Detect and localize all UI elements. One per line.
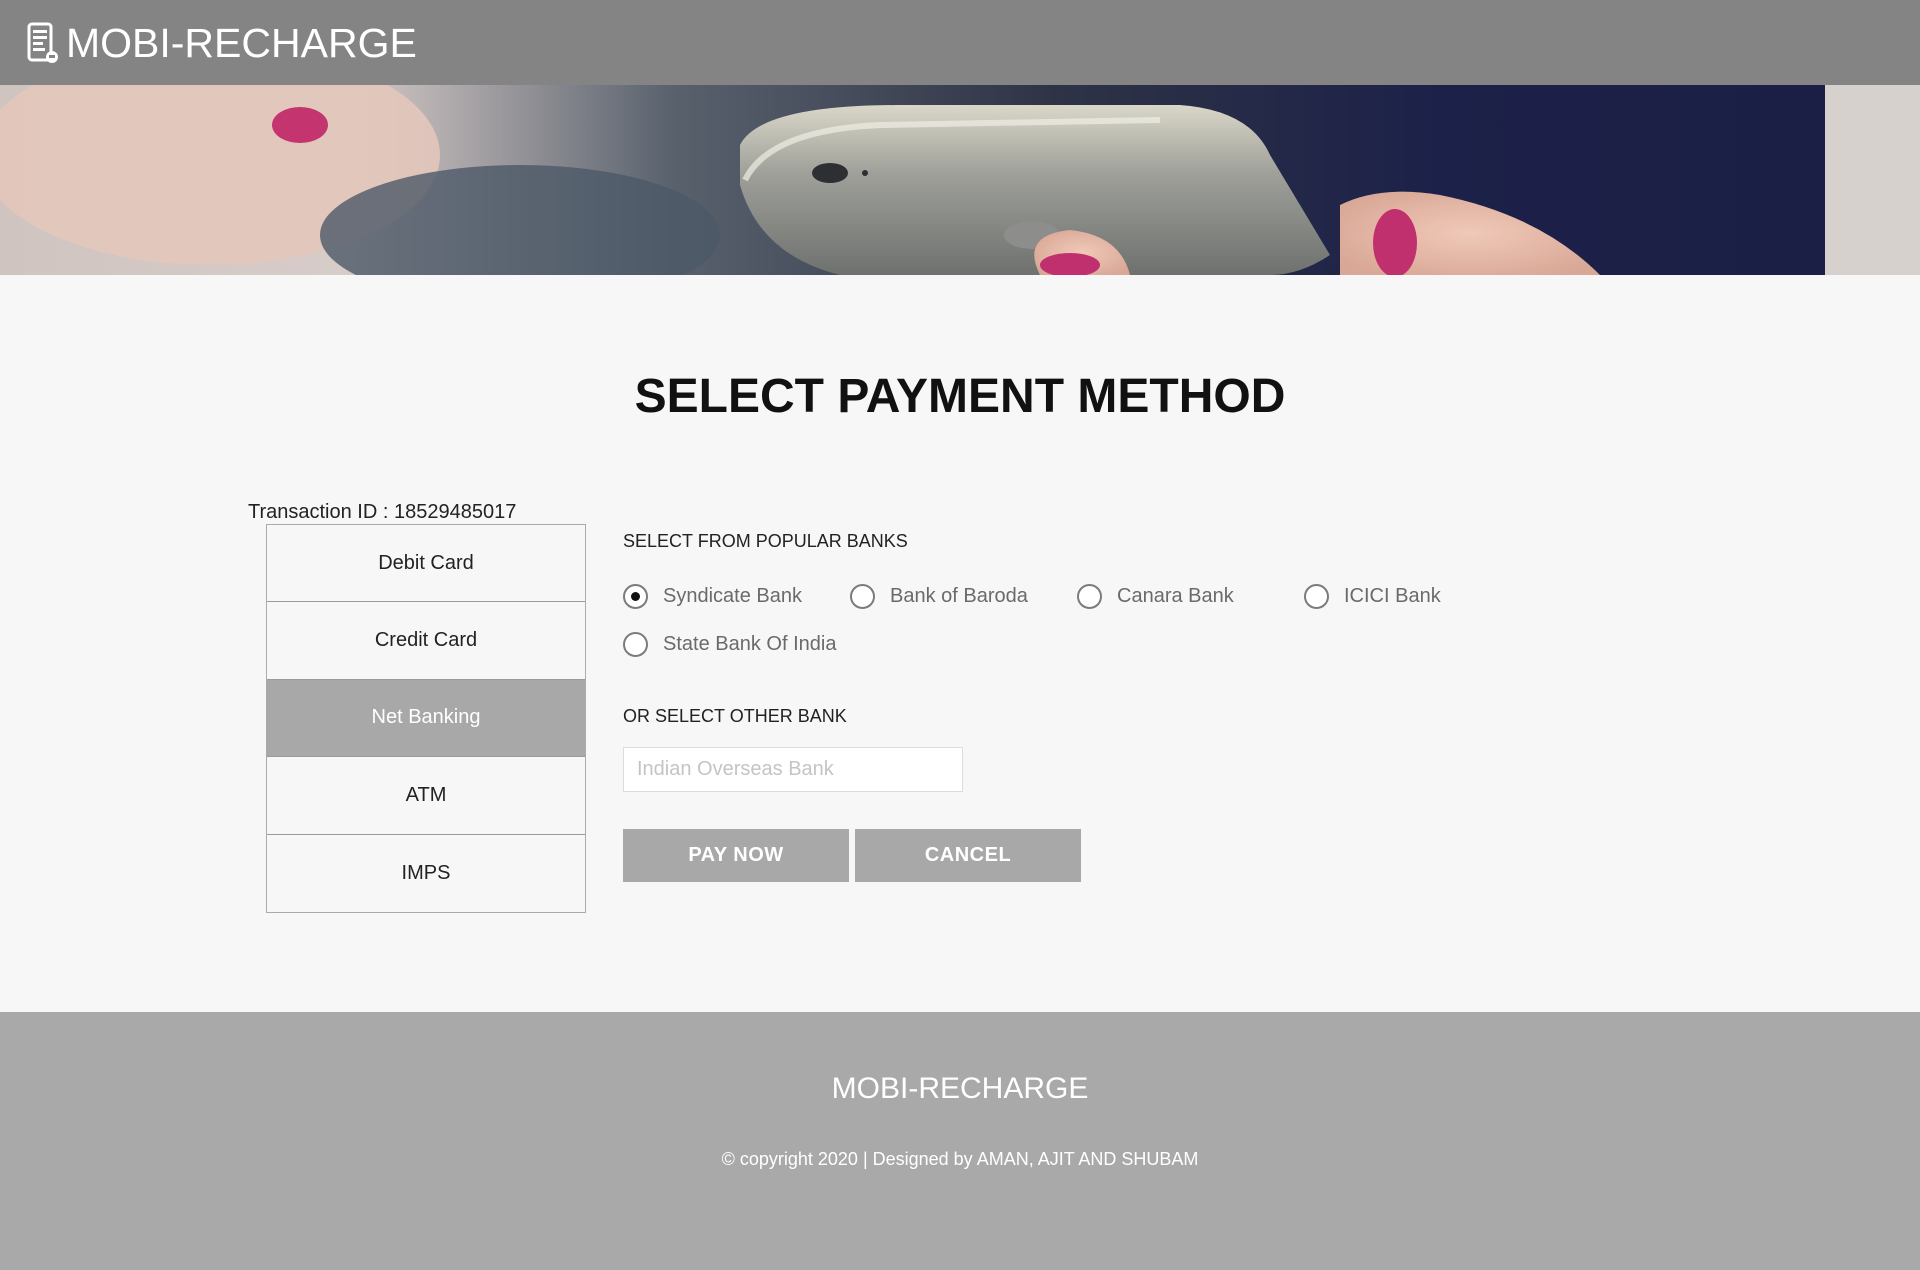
radio-button[interactable] bbox=[623, 584, 648, 609]
radio-label: Canara Bank bbox=[1117, 585, 1234, 607]
radio-icici-bank[interactable]: ICICI Bank bbox=[1304, 584, 1441, 609]
other-bank-input[interactable] bbox=[623, 747, 963, 792]
footer-copyright: © copyright 2020 | Designed by AMAN, AJI… bbox=[721, 1149, 1199, 1169]
transaction-id: Transaction ID : 18529485017 bbox=[248, 501, 517, 523]
tab-imps[interactable]: IMPS bbox=[267, 835, 585, 912]
other-bank-label: OR SELECT OTHER BANK bbox=[623, 706, 847, 726]
radio-button[interactable] bbox=[623, 632, 648, 657]
popular-banks-row-1: Syndicate Bank Bank of Baroda Canara Ban… bbox=[623, 584, 1441, 609]
radio-button[interactable] bbox=[850, 584, 875, 609]
radio-label: ICICI Bank bbox=[1344, 585, 1441, 607]
footer: MOBI-RECHARGE © copyright 2020 | Designe… bbox=[0, 1012, 1920, 1270]
radio-label: State Bank Of India bbox=[663, 633, 837, 655]
hand-holding-smartphone-image bbox=[0, 85, 1920, 275]
radio-state-bank-of-india[interactable]: State Bank Of India bbox=[623, 632, 836, 657]
pay-now-button[interactable]: PAY NOW bbox=[623, 829, 849, 882]
phone-receipt-icon bbox=[27, 22, 58, 63]
tab-credit-card[interactable]: Credit Card bbox=[267, 602, 585, 680]
top-navbar: MOBI-RECHARGE bbox=[0, 0, 1920, 85]
radio-syndicate-bank[interactable]: Syndicate Bank bbox=[623, 584, 850, 609]
popular-banks-label: SELECT FROM POPULAR BANKS bbox=[623, 531, 908, 551]
main-content: SELECT PAYMENT METHOD Transaction ID : 1… bbox=[0, 275, 1920, 1012]
radio-canara-bank[interactable]: Canara Bank bbox=[1077, 584, 1304, 609]
payment-method-tabs: Debit Card Credit Card Net Banking ATM I… bbox=[266, 524, 586, 913]
tab-debit-card[interactable]: Debit Card bbox=[267, 525, 585, 603]
page-title: SELECT PAYMENT METHOD bbox=[634, 370, 1286, 423]
radio-label: Bank of Baroda bbox=[890, 585, 1028, 607]
footer-brand: MOBI-RECHARGE bbox=[831, 1072, 1089, 1105]
brand-logo-link[interactable]: MOBI-RECHARGE bbox=[26, 18, 417, 68]
cancel-button[interactable]: CANCEL bbox=[855, 829, 1081, 882]
radio-button[interactable] bbox=[1304, 584, 1329, 609]
tab-atm[interactable]: ATM bbox=[267, 757, 585, 835]
brand-name: MOBI-RECHARGE bbox=[66, 19, 417, 66]
popular-banks-row-2: State Bank Of India bbox=[623, 632, 836, 657]
tab-net-banking[interactable]: Net Banking bbox=[267, 679, 585, 758]
radio-bank-of-baroda[interactable]: Bank of Baroda bbox=[850, 584, 1077, 609]
radio-button[interactable] bbox=[1077, 584, 1102, 609]
hero-banner-image bbox=[0, 85, 1920, 275]
radio-label: Syndicate Bank bbox=[663, 585, 802, 607]
